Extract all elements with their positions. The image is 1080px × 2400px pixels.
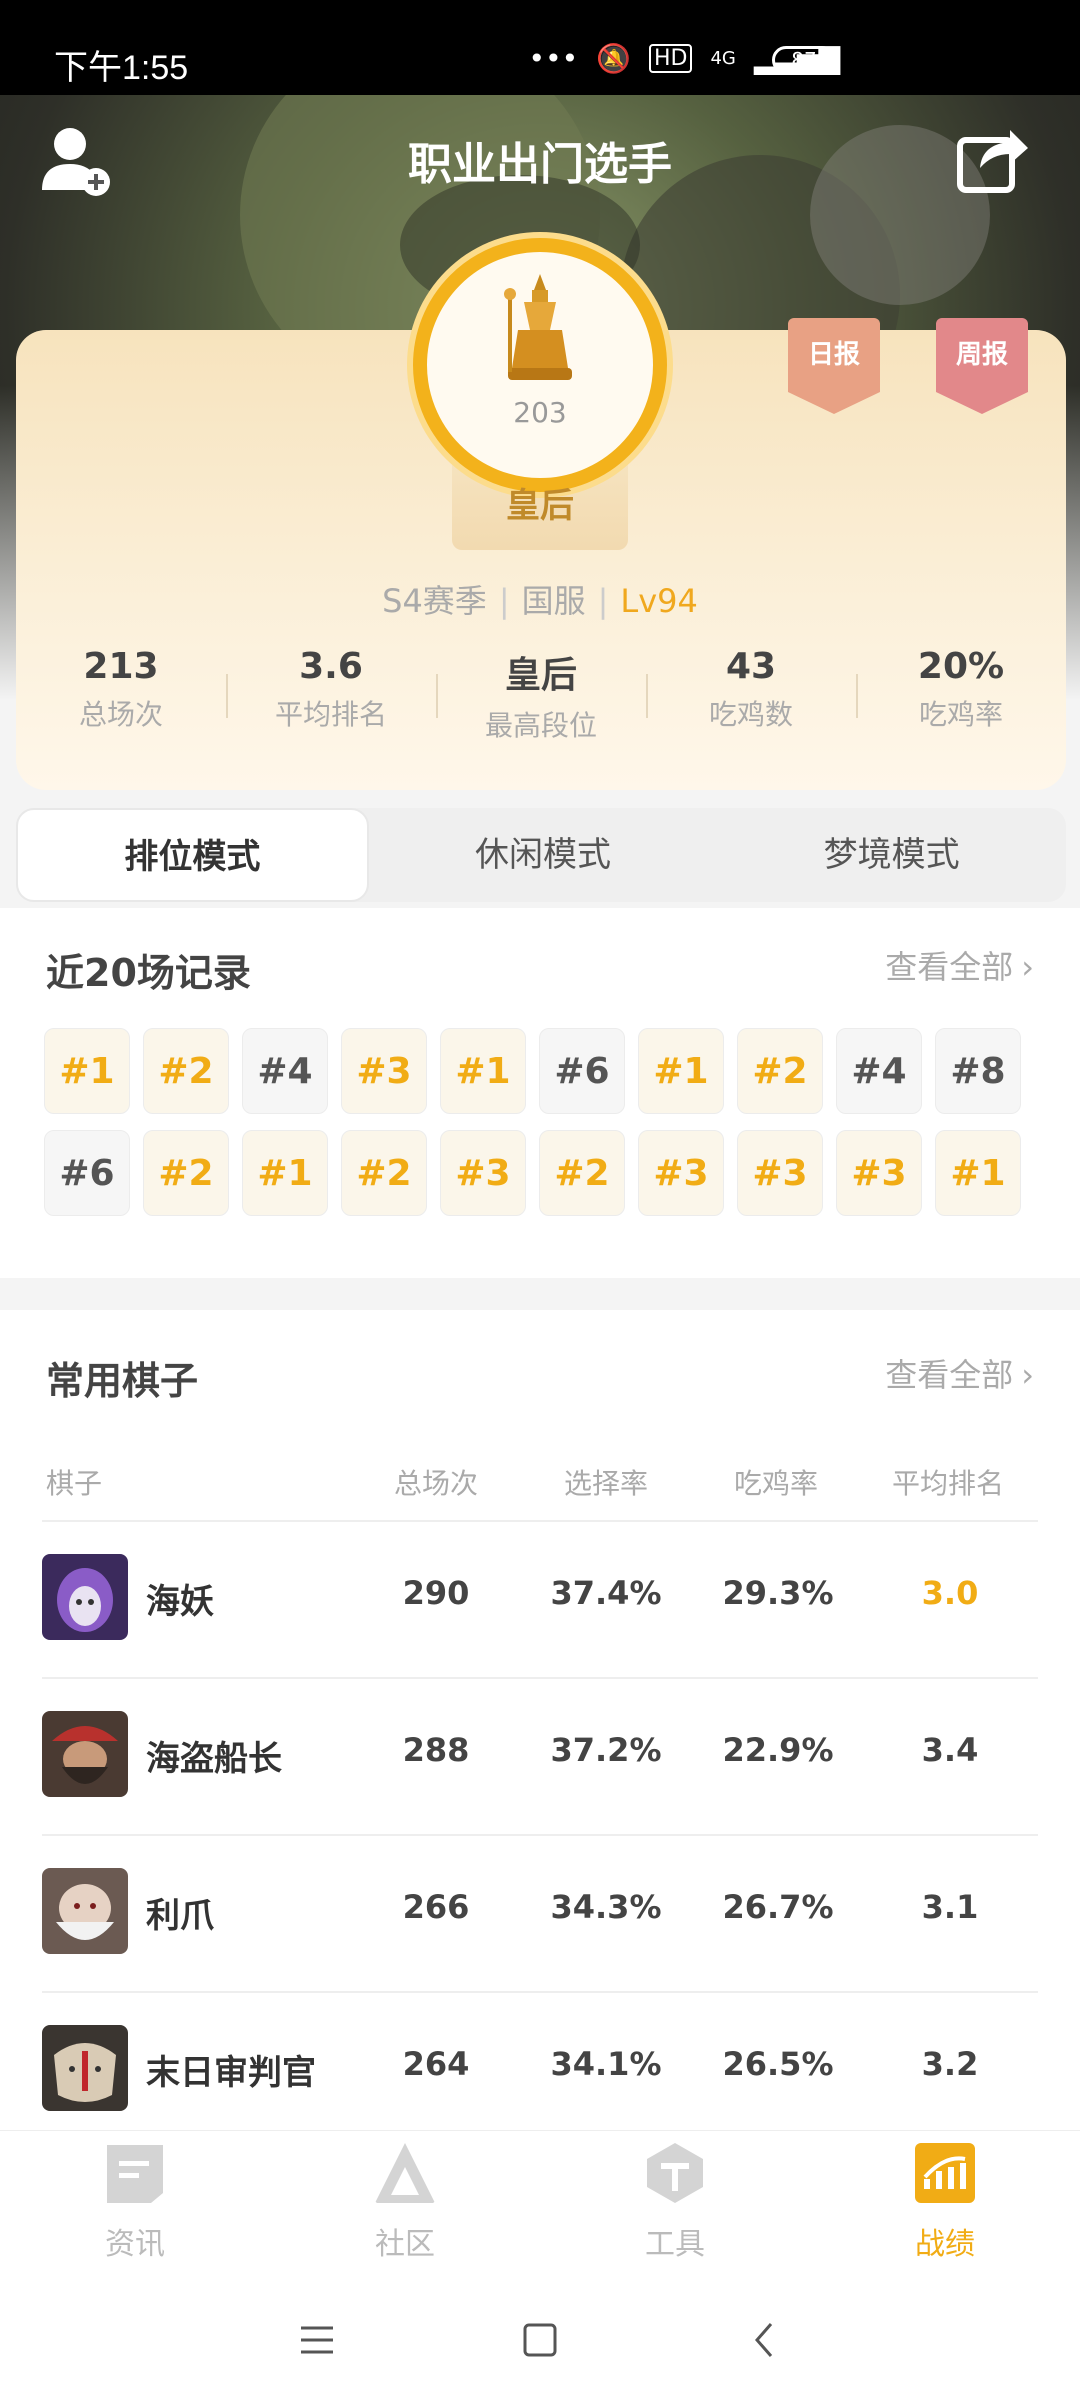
common-pieces-title: 常用棋子 [46,1359,199,1403]
daily-report-ribbon[interactable]: 日报 [788,318,880,414]
common-pieces-section: 常用棋子 查看全部 › 棋子 总场次 选择率 吃鸡率 平均排名 海妖 290 37… [0,1310,1080,2130]
col-pick-rate: 选择率 [564,1467,649,1500]
doom-arbiter-avatar [42,2025,128,2111]
status-bar: 下午1:55 ••• 🔕 HD 4G ▂▃▅▇ 87 [0,0,1080,95]
home-icon[interactable] [510,2310,570,2370]
record-chip[interactable]: #1 [242,1130,328,1216]
record-chip[interactable]: #2 [143,1028,229,1114]
back-icon[interactable] [735,2310,795,2370]
col-games: 总场次 [394,1467,479,1500]
battery-indicator: 87 [772,46,836,74]
piece-name: 海盗船长 [146,1739,282,1779]
tab-dream[interactable]: 梦境模式 [717,808,1066,902]
record-chip[interactable]: #3 [440,1130,526,1216]
share-icon[interactable] [952,118,1032,198]
tab-casual[interactable]: 休闲模式 [369,808,718,902]
more-dots-icon: ••• [528,42,579,75]
piece-name: 海妖 [146,1582,214,1622]
nav-stats[interactable]: 战绩 [865,2141,1025,2263]
col-piece: 棋子 [46,1467,103,1500]
record-chip[interactable]: #6 [539,1028,625,1114]
siren-avatar [42,1554,128,1640]
pieces-see-all[interactable]: 查看全部 › [885,1350,1034,1396]
add-friend-icon[interactable] [36,120,116,200]
stat-win-rate: 20% 吃鸡率 [856,646,1066,736]
record-chip[interactable]: #8 [935,1028,1021,1114]
stat-average-rank: 3.6 平均排名 [226,646,436,736]
table-row[interactable]: 末日审判官 264 34.1% 26.5% 3.2 [0,1993,1080,2149]
season-info: S4赛季 | 国服 | Lv94 [382,582,698,620]
page-title: 职业出门选手 [408,139,672,190]
piece-name: 利爪 [146,1896,214,1936]
system-nav-bar [0,2270,1080,2400]
record-chip[interactable]: #4 [836,1028,922,1114]
record-chip[interactable]: #4 [242,1028,328,1114]
mute-icon: 🔕 [596,42,631,75]
claw-avatar [42,1868,128,1954]
record-chip[interactable]: #3 [737,1130,823,1216]
piece-name: 末日审判官 [146,2053,316,2093]
queen-chess-icon [504,274,572,380]
record-chip[interactable]: #2 [143,1130,229,1216]
network-label: 4G [710,48,736,69]
menu-icon[interactable] [287,2310,347,2370]
news-icon [107,2145,163,2203]
daily-report-label: 日报 [807,340,860,370]
community-icon [375,2143,435,2203]
chevron-right-icon: › [1021,948,1034,986]
recent-records-section: 近20场记录 查看全部 › #1 #2 #4 #3 #1 #6 #1 #2 #4 #8 #6 #2 #1 #… [0,908,1080,1278]
chevron-right-icon: › [1021,1356,1034,1394]
level-label: Lv94 [620,582,698,620]
status-time: 下午1:55 [54,49,189,87]
nav-tools[interactable]: 工具 [595,2141,755,2263]
stats-row: 213 总场次 3.6 平均排名 皇后 最高段位 43 吃鸡数 20% 吃鸡率 [16,646,1066,742]
record-chip[interactable]: #1 [440,1028,526,1114]
table-row[interactable]: 海盗船长 288 37.2% 22.9% 3.4 [0,1679,1080,1835]
nav-news[interactable]: 资讯 [55,2141,215,2263]
record-chip[interactable]: #1 [638,1028,724,1114]
rank-points: 203 [513,396,567,429]
table-row[interactable]: 海妖 290 37.4% 29.3% 3.0 [0,1522,1080,1678]
tools-icon [647,2143,703,2203]
record-chip[interactable]: #2 [341,1130,427,1216]
mode-tabs: 排位模式 休闲模式 梦境模式 [16,808,1066,902]
tab-ranked[interactable]: 排位模式 [16,808,369,902]
record-chip[interactable]: #3 [638,1130,724,1216]
server-label: 国服 [521,582,586,620]
weekly-report-label: 周报 [955,340,1008,370]
hd-icon: HD [648,44,693,73]
col-avg-rank: 平均排名 [892,1467,1005,1500]
stat-total-games: 213 总场次 [78,646,163,731]
bottom-nav: 资讯 社区 工具 战绩 [0,2130,1080,2270]
record-chip[interactable]: #2 [539,1130,625,1216]
recent-records-title: 近20场记录 [46,951,251,995]
record-chip[interactable]: #1 [44,1028,130,1114]
record-chip[interactable]: #2 [737,1028,823,1114]
record-chip[interactable]: #3 [341,1028,427,1114]
nav-community[interactable]: 社区 [325,2141,485,2263]
record-chip[interactable]: #3 [836,1130,922,1216]
stat-highest-tier: 皇后 最高段位 [436,646,646,742]
stats-icon [915,2143,975,2203]
record-chip[interactable]: #1 [935,1130,1021,1216]
season-label: S4赛季 [382,582,487,620]
rank-name: 皇后 [506,486,574,526]
table-row[interactable]: 利爪 266 34.3% 26.7% 3.1 [0,1836,1080,1992]
pirate-captain-avatar [42,1711,128,1797]
recent-see-all[interactable]: 查看全部 › [885,942,1034,988]
record-chip[interactable]: #6 [44,1130,130,1216]
col-win-rate: 吃鸡率 [734,1467,819,1500]
stat-wins: 43 吃鸡数 [646,646,856,736]
weekly-report-ribbon[interactable]: 周报 [936,318,1028,414]
